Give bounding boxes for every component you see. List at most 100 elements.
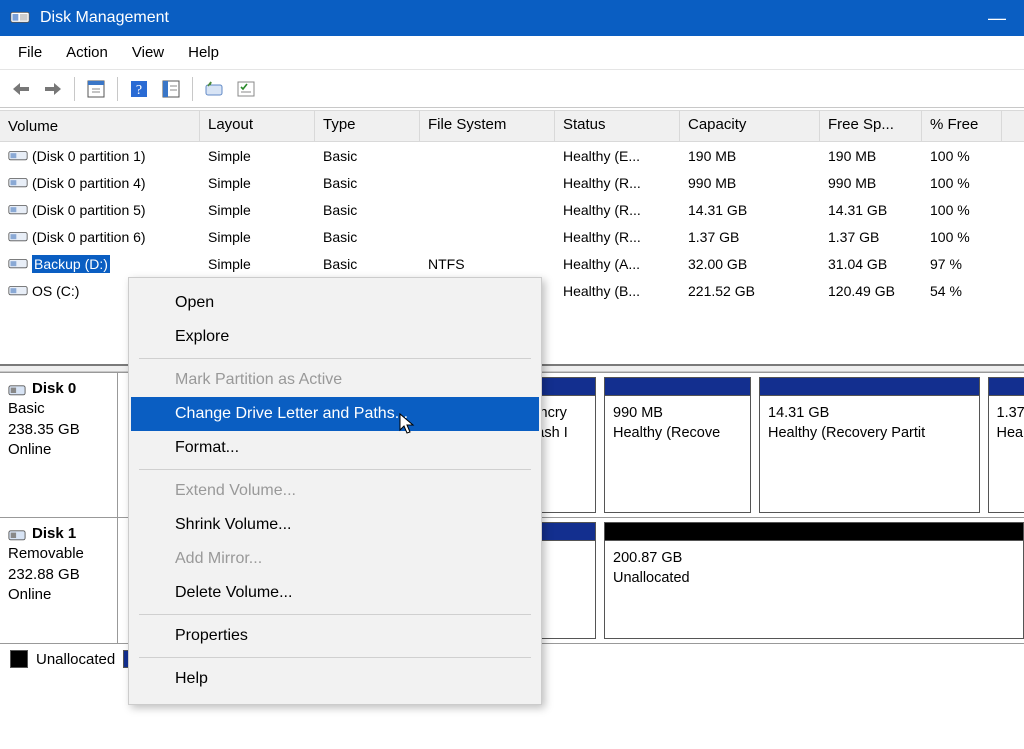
- volume-capacity: 190 MB: [680, 146, 820, 166]
- disk-icon: [8, 527, 26, 541]
- help-icon[interactable]: ?: [126, 76, 152, 102]
- volume-status: Healthy (R...: [555, 227, 680, 247]
- partition-box[interactable]: 200.87 GBUnallocated: [604, 522, 1024, 639]
- volume-type: Basic: [315, 254, 420, 274]
- context-menu-item[interactable]: Help: [131, 662, 539, 696]
- menu-file[interactable]: File: [8, 40, 52, 65]
- partition-box[interactable]: 14.31 GBHealthy (Recovery Partit: [759, 377, 980, 513]
- partition-box[interactable]: 1.37 GIHealthy: [988, 377, 1024, 513]
- volume-status: Healthy (A...: [555, 254, 680, 274]
- partition-status: Healthy (Recovery Partit: [768, 424, 973, 444]
- volume-list: Volume Layout Type File System Status Ca…: [0, 108, 1024, 304]
- minimize-button[interactable]: —: [980, 8, 1014, 29]
- titlebar[interactable]: Disk Management —: [0, 0, 1024, 36]
- volume-filesystem: NTFS: [420, 254, 555, 274]
- volume-layout: Simple: [200, 200, 315, 220]
- context-menu-item: Extend Volume...: [131, 474, 539, 508]
- col-status[interactable]: Status: [555, 111, 680, 141]
- app-icon: [10, 9, 30, 27]
- partition-status: Healthy (Recove: [613, 424, 744, 444]
- volume-status: Healthy (R...: [555, 200, 680, 220]
- properties-icon[interactable]: [83, 76, 109, 102]
- volume-capacity: 221.52 GB: [680, 281, 820, 301]
- menu-view[interactable]: View: [122, 40, 174, 65]
- back-button[interactable]: [8, 76, 34, 102]
- context-menu-item[interactable]: Format...: [131, 431, 539, 465]
- context-menu-item[interactable]: Explore: [131, 320, 539, 354]
- volume-type: Basic: [315, 227, 420, 247]
- volume-list-header[interactable]: Volume Layout Type File System Status Ca…: [0, 110, 1024, 142]
- menubar: File Action View Help: [0, 36, 1024, 70]
- context-menu-separator: [139, 358, 531, 359]
- col-fs[interactable]: File System: [420, 111, 555, 141]
- drive-icon: [8, 176, 28, 190]
- volume-percent-free: 100 %: [922, 200, 1002, 220]
- volume-row[interactable]: (Disk 0 partition 1)SimpleBasicHealthy (…: [0, 142, 1024, 169]
- menu-action[interactable]: Action: [56, 40, 118, 65]
- volume-layout: Simple: [200, 146, 315, 166]
- window-title: Disk Management: [40, 9, 169, 27]
- volume-layout: Simple: [200, 254, 315, 274]
- disk-type-label: Removable: [8, 544, 109, 564]
- partition-size: 1.37 GI: [997, 404, 1024, 424]
- menu-help[interactable]: Help: [178, 40, 229, 65]
- col-volume[interactable]: Volume: [0, 111, 200, 141]
- volume-capacity: 14.31 GB: [680, 200, 820, 220]
- volume-row[interactable]: (Disk 0 partition 4)SimpleBasicHealthy (…: [0, 169, 1024, 196]
- disk-state-label: Online: [8, 585, 109, 605]
- col-type[interactable]: Type: [315, 111, 420, 141]
- volume-free: 190 MB: [820, 146, 922, 166]
- col-pct[interactable]: % Free: [922, 111, 1002, 141]
- partition-size: 200.87 GB: [613, 549, 1017, 569]
- context-menu-item[interactable]: Delete Volume...: [131, 576, 539, 610]
- volume-capacity: 1.37 GB: [680, 227, 820, 247]
- volume-name: (Disk 0 partition 6): [32, 229, 146, 245]
- col-cap[interactable]: Capacity: [680, 111, 820, 141]
- volume-free: 120.49 GB: [820, 281, 922, 301]
- partition-header-stripe: [989, 378, 1024, 396]
- disk-icon: [8, 382, 26, 396]
- context-menu-item[interactable]: Change Drive Letter and Paths...: [131, 397, 539, 431]
- disk-info: Disk 1 Removable 232.88 GB Online: [0, 518, 118, 643]
- volume-filesystem: [420, 208, 555, 212]
- context-menu-item[interactable]: Open: [131, 286, 539, 320]
- volume-layout: Simple: [200, 227, 315, 247]
- disk-title-label: Disk 0: [32, 379, 76, 399]
- volume-filesystem: [420, 235, 555, 239]
- details-view-icon[interactable]: [158, 76, 184, 102]
- volume-name: Backup (D:): [32, 255, 110, 273]
- volume-percent-free: 97 %: [922, 254, 1002, 274]
- col-free[interactable]: Free Sp...: [820, 111, 922, 141]
- legend-swatch-unallocated: [10, 650, 28, 668]
- partition-status: Healthy: [997, 424, 1024, 444]
- volume-percent-free: 54 %: [922, 281, 1002, 301]
- volume-row[interactable]: (Disk 0 partition 5)SimpleBasicHealthy (…: [0, 196, 1024, 223]
- volume-row[interactable]: (Disk 0 partition 6) SimpleBasic Healthy (…: [0, 223, 1024, 250]
- context-menu-item[interactable]: Properties: [131, 619, 539, 653]
- context-menu-item: Add Mirror...: [131, 542, 539, 576]
- volume-name: (Disk 0 partition 5): [32, 202, 146, 218]
- context-menu-item[interactable]: Shrink Volume...: [131, 508, 539, 542]
- disk-type-label: Basic: [8, 399, 109, 419]
- col-layout[interactable]: Layout: [200, 111, 315, 141]
- volume-percent-free: 100 %: [922, 227, 1002, 247]
- drive-icon: [8, 230, 28, 244]
- volume-filesystem: [420, 154, 555, 158]
- volume-row[interactable]: Backup (D:)SimpleBasicNTFSHealthy (A...3…: [0, 250, 1024, 277]
- partition-box[interactable]: 990 MBHealthy (Recove: [604, 377, 751, 513]
- context-menu-item: Mark Partition as Active: [131, 363, 539, 397]
- volume-free: 1.37 GB: [820, 227, 922, 247]
- toolbar: ?: [0, 70, 1024, 108]
- context-menu-separator: [139, 657, 531, 658]
- volume-percent-free: 100 %: [922, 173, 1002, 193]
- volume-status: Healthy (R...: [555, 173, 680, 193]
- drive-icon: [8, 257, 28, 271]
- refresh-icon[interactable]: [201, 76, 227, 102]
- volume-name: OS (C:): [32, 283, 79, 299]
- legend-label-unallocated: Unallocated: [36, 651, 115, 668]
- forward-button[interactable]: [40, 76, 66, 102]
- disk-size-label: 238.35 GB: [8, 420, 109, 440]
- checklist-icon[interactable]: [233, 76, 259, 102]
- partition-size: 990 MB: [613, 404, 744, 424]
- volume-type: Basic: [315, 173, 420, 193]
